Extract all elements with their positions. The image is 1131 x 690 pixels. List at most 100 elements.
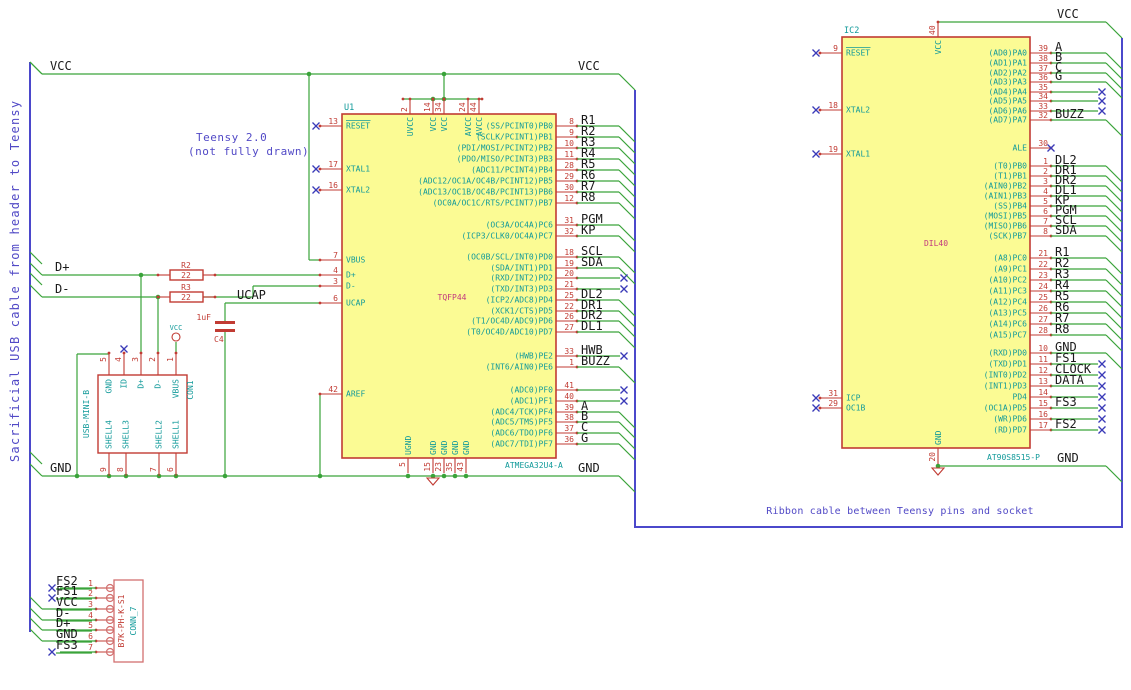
pin-number: 37: [564, 424, 574, 433]
pin-name: (OC0B/SCL/INT0)PD0: [466, 253, 553, 262]
net-label: GND: [578, 461, 600, 475]
pin-name: PD4: [1013, 393, 1028, 402]
pin-number: 7: [149, 467, 158, 472]
net-label: VCC: [50, 59, 72, 73]
bus-entry: [29, 628, 43, 642]
pin-name: AVCC: [464, 117, 473, 136]
pin-name: (RXD)PD0: [988, 349, 1027, 358]
pin-number: 32: [1038, 111, 1048, 120]
net-label: GND: [50, 461, 72, 475]
junction-dot: [463, 473, 469, 479]
con1-ref: CON1: [186, 380, 195, 399]
pin-name: (T0)PB0: [993, 162, 1027, 171]
pin-end-dot: [213, 295, 217, 299]
pin-number: 13: [1038, 377, 1048, 386]
pin-number: 11: [564, 150, 574, 159]
pin-number: 38: [564, 413, 574, 422]
pin-number: 38: [1038, 54, 1048, 63]
R2-value: 22: [181, 271, 191, 280]
pin-number: 20: [564, 269, 574, 278]
pin-number: 16: [1038, 410, 1048, 419]
bus-entry: [1105, 81, 1123, 99]
bus-entry: [29, 284, 43, 298]
pin-name: VBUS: [346, 256, 365, 265]
pin-end-dot: [318, 301, 322, 305]
bus-entry: [29, 463, 43, 477]
pin-number: 6: [1043, 207, 1048, 216]
junction-dot: [441, 473, 447, 479]
pin-name: GND: [451, 440, 460, 455]
pin-number: 16: [328, 181, 338, 190]
pin-name: (WR)PD6: [993, 415, 1027, 424]
pin-name: GND: [429, 440, 438, 455]
pin-number: 1: [569, 358, 574, 367]
schematic-drawing: U1ATMEGA32U4-ATQFP448(SS/PCINT0)PB0 R19(S…: [29, 7, 1123, 663]
pin-number: 34: [434, 102, 443, 112]
bus-entry: [29, 61, 43, 75]
pin-number: 17: [328, 160, 338, 169]
pin-end-dot: [818, 396, 822, 400]
pin-number: 36: [1038, 73, 1048, 82]
pin-name: (T0/OC4D/ADC10)PD7: [466, 328, 553, 337]
net-label: R8: [1055, 322, 1069, 336]
gnd-arrow-icon: [425, 477, 441, 486]
vcc-power-label: VCC: [170, 324, 183, 332]
U1-ref: U1: [344, 103, 354, 113]
pin-number: 10: [1038, 344, 1048, 353]
bus-entry: [1105, 62, 1123, 80]
bus-entry: [1105, 175, 1123, 193]
pin-name: UVCC: [406, 117, 415, 136]
pin-number: 40: [928, 25, 937, 35]
pin-name: (ADC11/PCINT4)PB4: [471, 166, 553, 175]
bus-entry: [29, 596, 43, 610]
pin-name: VCC: [934, 40, 943, 55]
bus-entry: [1105, 215, 1123, 233]
pin-end-dot: [818, 406, 822, 410]
R2-ref: R2: [181, 261, 191, 270]
pin-end-dot: [107, 351, 111, 355]
pin-name: (INT0)PD2: [984, 371, 1028, 380]
pin-name: ID: [120, 379, 129, 389]
net-label: SDA: [1055, 223, 1077, 237]
pin-name: XTAL1: [346, 165, 370, 174]
pin-name: (ADC12/OC1A/OC4B/PCINT12)PB5: [418, 177, 553, 186]
pin-name: SHELL4: [105, 420, 114, 449]
pin-end-dot: [156, 273, 160, 277]
pin-number: 6: [88, 632, 93, 641]
pin-end-dot: [318, 273, 322, 277]
pin-number: 32: [564, 227, 574, 236]
pin-name: D-: [154, 379, 163, 389]
pin-number: 21: [1038, 249, 1048, 258]
pin-end-dot: [818, 152, 822, 156]
pin-end-dot: [318, 258, 322, 262]
pin-number: 33: [1038, 102, 1048, 111]
pin-number: 25: [1038, 293, 1048, 302]
pin-end-dot: [431, 97, 435, 101]
c4-plate: [215, 321, 235, 324]
pin-number: 8: [116, 467, 125, 472]
junction-dot: [441, 71, 447, 77]
pin-number: 34: [1038, 92, 1048, 101]
pin-end-dot: [213, 273, 217, 277]
net-label: SDA: [581, 255, 603, 269]
pin-number: 26: [564, 312, 574, 321]
pin-number: 4: [88, 611, 93, 620]
pin-number: 4: [114, 357, 123, 362]
pin-name: (ADC4/TCK)PF4: [490, 408, 553, 417]
pin-number: 35: [445, 462, 454, 472]
pin-name: (OC1A)PD5: [984, 404, 1028, 413]
c4-plate: [215, 329, 235, 332]
pin-number: 35: [1038, 83, 1048, 92]
pin-name: GND: [105, 379, 114, 394]
pin-number: 30: [564, 183, 574, 192]
pin-name: VCC: [429, 117, 438, 132]
pin-name: (INT1)PD3: [984, 382, 1028, 391]
pin-name: (ADC0)PF0: [510, 386, 554, 395]
pin-name: D+: [137, 379, 146, 389]
pin-name: AVCC: [475, 117, 484, 136]
bus-entry: [29, 451, 43, 465]
usb-cable-note: Sacrificial USB cable from header to Tee…: [8, 99, 22, 462]
pin-name: (AIN0)PB2: [984, 182, 1028, 191]
pin-name: RESET: [346, 122, 370, 131]
schematic-canvas: U1 ATMEGA32U4-A TQFP44 8 (SS/PCINT0)PB0 R1 9 (S…: [0, 0, 1131, 690]
